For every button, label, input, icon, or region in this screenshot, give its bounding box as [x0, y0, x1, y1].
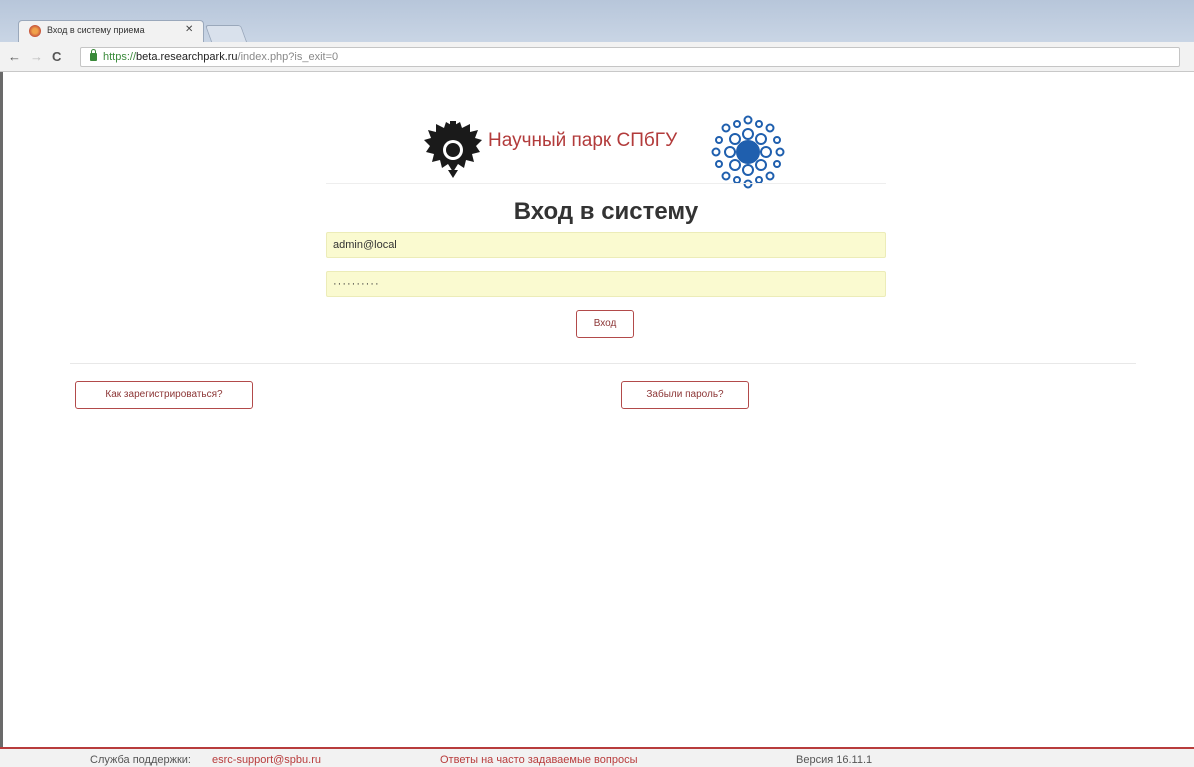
- site-logo: Научный парк СПбГУ: [420, 112, 800, 192]
- research-park-dots-icon: [711, 115, 785, 189]
- close-tab-icon[interactable]: ✕: [185, 24, 193, 35]
- tab-strip: Вход в систему приема ✕: [0, 0, 1194, 42]
- lock-icon: [90, 49, 97, 61]
- login-input[interactable]: admin@local: [326, 232, 886, 258]
- window-edge: [0, 72, 3, 767]
- faq-link[interactable]: Ответы на часто задаваемые вопросы: [440, 754, 637, 766]
- address-bar[interactable]: https://beta.researchpark.ru/index.php?i…: [80, 47, 1180, 67]
- url-path: /index.php?is_exit=0: [237, 51, 339, 63]
- tab-title: Вход в систему приема: [47, 25, 145, 35]
- new-tab-button[interactable]: [204, 25, 248, 42]
- url-host: beta.researchpark.ru: [136, 51, 238, 63]
- support-email-link[interactable]: esrc-support@spbu.ru: [212, 754, 321, 766]
- password-input[interactable]: ··········: [326, 271, 886, 297]
- forgot-password-button[interactable]: Забыли пароль?: [621, 381, 749, 409]
- reload-icon[interactable]: C: [52, 49, 61, 64]
- url-scheme: https://: [103, 51, 137, 63]
- browser-window: Вход в систему приема ✕ ← → C https://be…: [0, 0, 1194, 767]
- login-button[interactable]: Вход: [576, 310, 634, 338]
- page-footer: Служба поддержки: esrc-support@spbu.ru О…: [0, 747, 1194, 767]
- page-title: Вход в систему: [513, 198, 699, 225]
- url-text: https://beta.researchpark.ru/index.php?i…: [103, 51, 338, 63]
- version-text: Версия 16.11.1: [796, 754, 873, 766]
- logo-text: Научный парк СПбГУ: [488, 130, 678, 151]
- browser-tab[interactable]: Вход в систему приема ✕: [18, 20, 204, 42]
- divider: [70, 363, 1136, 364]
- forward-icon[interactable]: →: [30, 49, 43, 64]
- support-label: Служба поддержки:: [90, 754, 191, 766]
- browser-toolbar: ← → C https://beta.researchpark.ru/index…: [0, 42, 1194, 72]
- how-to-register-button[interactable]: Как зарегистрироваться?: [75, 381, 253, 409]
- spbu-emblem-icon: [424, 121, 482, 178]
- divider: [326, 183, 886, 184]
- favicon-icon: [29, 25, 41, 37]
- back-icon[interactable]: ←: [8, 49, 21, 64]
